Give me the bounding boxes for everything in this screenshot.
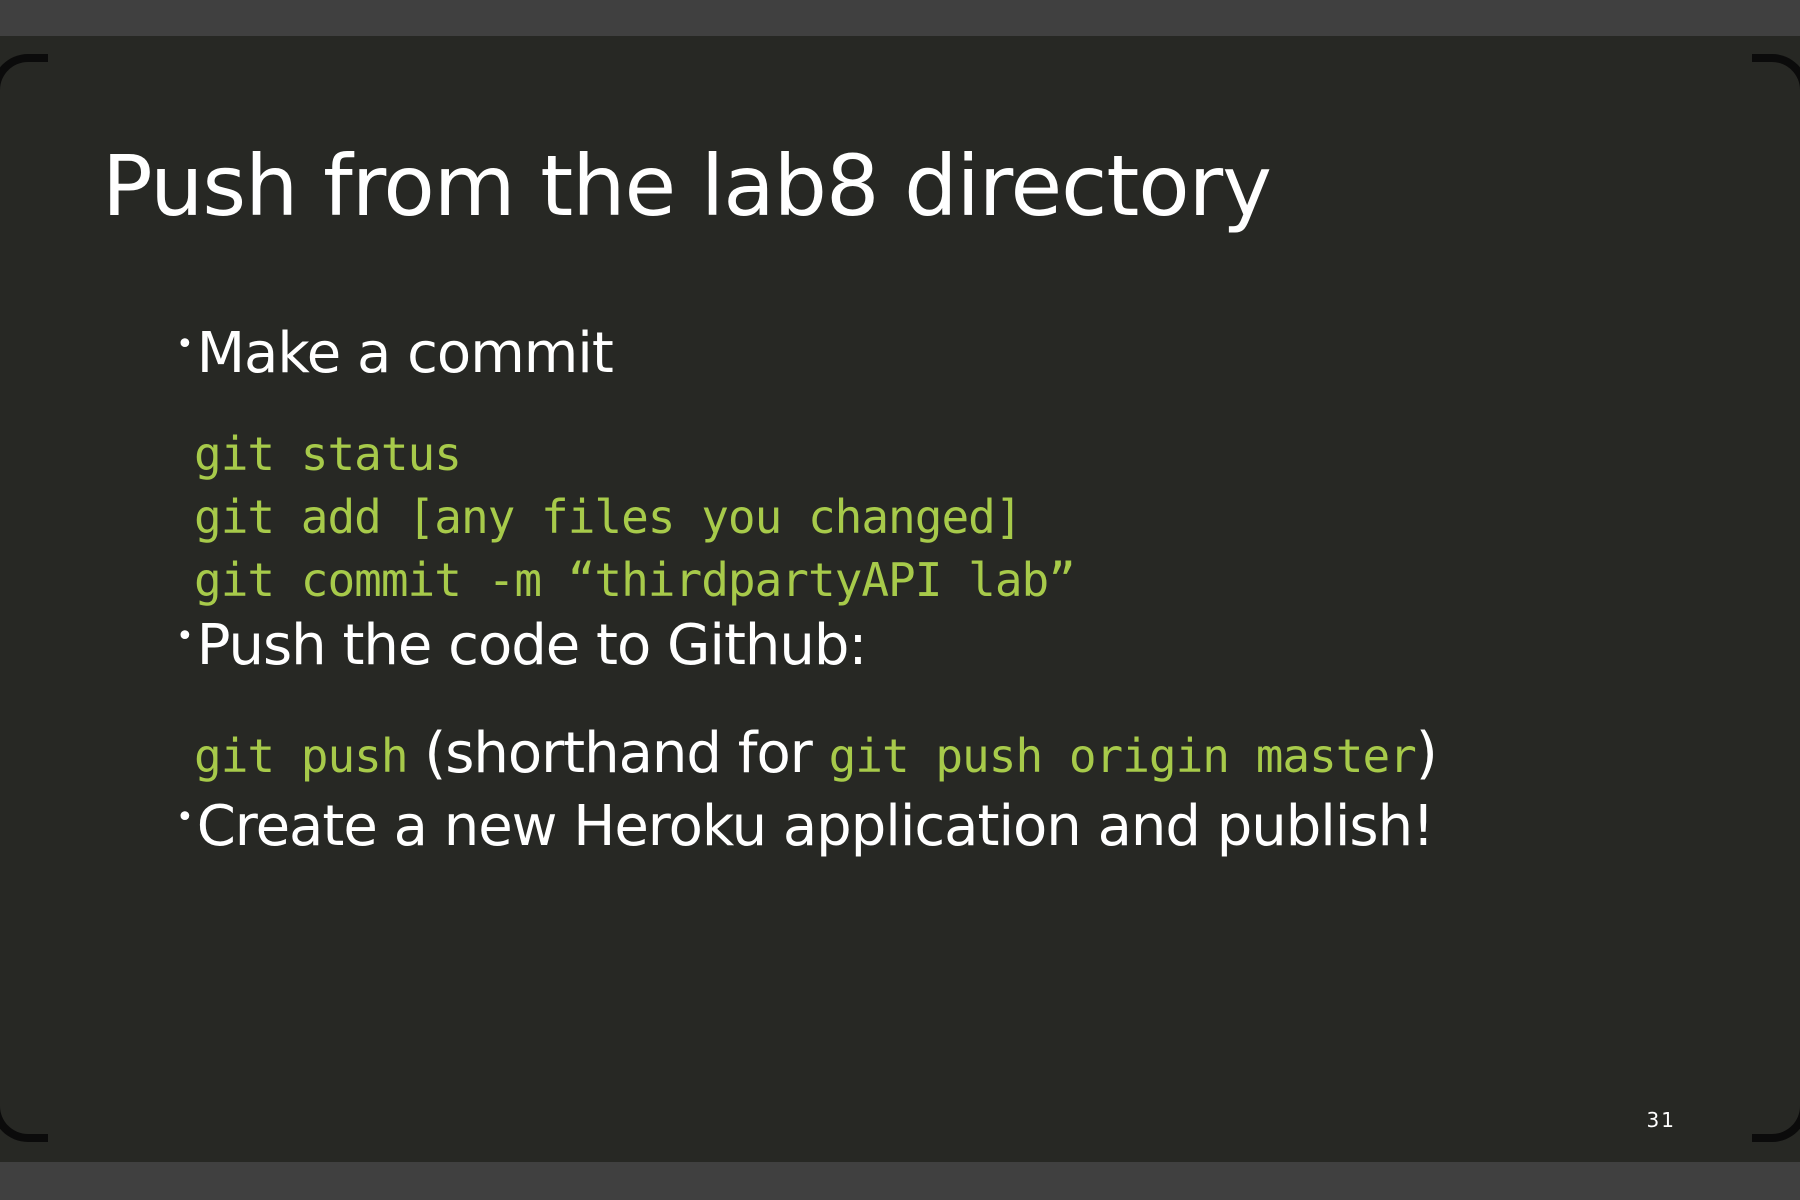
bullet-push-code: •Push the code to Github: bbox=[176, 618, 867, 674]
corner-bracket-bottom-left bbox=[0, 1086, 48, 1142]
bullet-marker: • bbox=[176, 327, 194, 362]
bullet-text: Make a commit bbox=[196, 321, 614, 386]
bullet-make-commit: •Make a commit bbox=[176, 326, 614, 382]
slide: Push from the lab8 directory •Make a com… bbox=[0, 36, 1800, 1162]
bullet-create-heroku: •Create a new Heroku application and pub… bbox=[176, 799, 1435, 855]
closing-paren: ) bbox=[1415, 721, 1438, 786]
corner-bracket-top-right bbox=[1752, 54, 1800, 110]
slide-title: Push from the lab8 directory bbox=[102, 137, 1272, 235]
code-line-git-add: git add [any files you changed] bbox=[194, 490, 1023, 544]
code-line-git-status: git status bbox=[194, 427, 462, 481]
bullet-text: Create a new Heroku application and publ… bbox=[196, 794, 1435, 859]
shorthand-text: (shorthand for bbox=[407, 721, 829, 786]
bullet-text: Push the code to Github: bbox=[196, 613, 868, 678]
corner-bracket-bottom-right bbox=[1752, 1086, 1800, 1142]
push-command-line: git push (shorthand for git push origin … bbox=[194, 726, 1438, 783]
code-git-push-origin-master: git push origin master bbox=[828, 729, 1417, 783]
code-git-push: git push bbox=[194, 729, 409, 783]
page-number: 31 bbox=[1646, 1108, 1676, 1132]
corner-bracket-top-left bbox=[0, 54, 48, 110]
code-line-git-commit: git commit -m “thirdpartyAPI lab” bbox=[194, 553, 1076, 607]
bullet-marker: • bbox=[176, 619, 194, 654]
bullet-marker: • bbox=[176, 800, 194, 835]
